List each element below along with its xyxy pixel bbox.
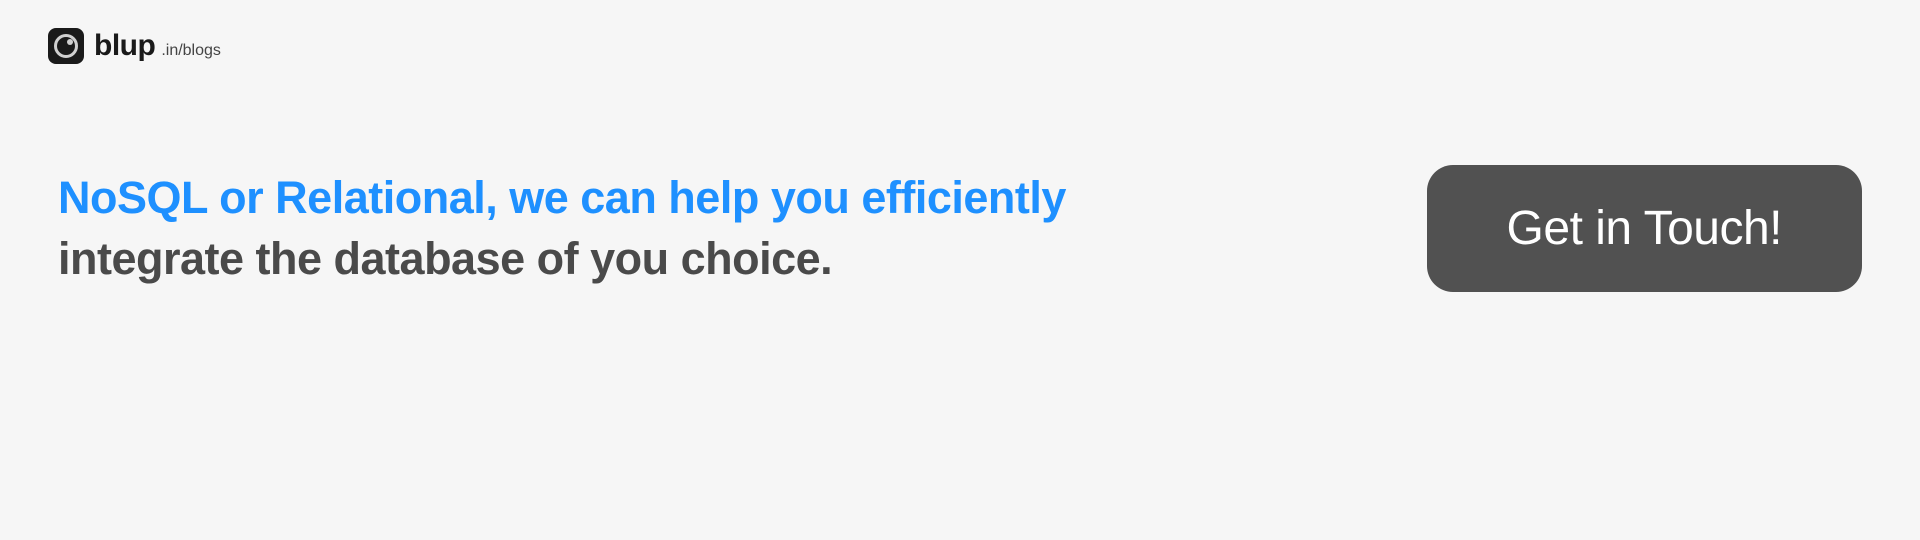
get-in-touch-button[interactable]: Get in Touch! (1427, 165, 1862, 292)
content-row: NoSQL or Relational, we can help you eff… (58, 165, 1862, 292)
headline: NoSQL or Relational, we can help you eff… (58, 168, 1178, 290)
logo-area[interactable]: blup .in/blogs (48, 28, 221, 64)
logo-name: blup (94, 29, 155, 63)
blup-logo-icon (48, 28, 84, 64)
headline-rest: integrate the database of you choice. (58, 233, 832, 284)
headline-highlight: NoSQL or Relational, we can help you eff… (58, 172, 1066, 223)
logo-suffix: .in/blogs (161, 42, 221, 60)
